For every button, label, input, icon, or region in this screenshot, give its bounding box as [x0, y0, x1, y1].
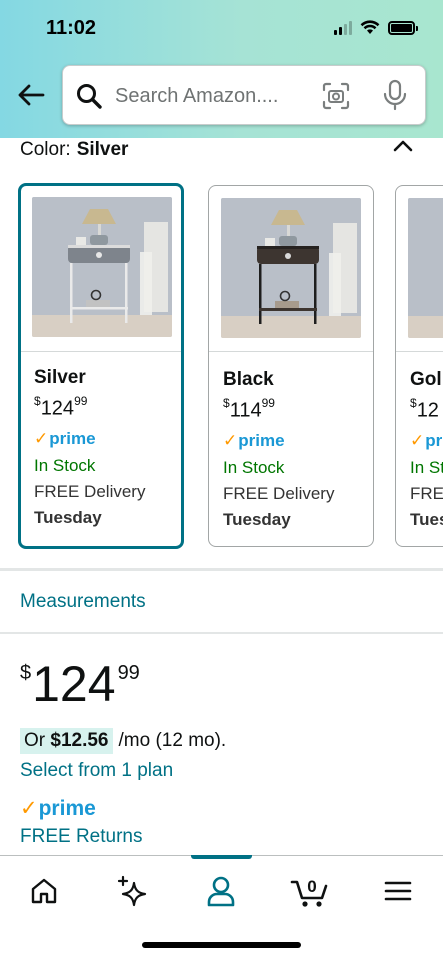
- free-returns-link[interactable]: FREE Returns: [20, 826, 142, 848]
- delivery-text: FREE Delivery: [223, 484, 335, 503]
- nav-account[interactable]: [201, 871, 241, 911]
- active-tab-indicator: [191, 855, 252, 859]
- sparkle-icon: [117, 875, 147, 907]
- product-image-black: [221, 198, 361, 338]
- stock-status: In Stock: [34, 456, 96, 475]
- section-divider: [0, 632, 443, 634]
- selected-color: Silver: [76, 139, 129, 160]
- swatch-price: $12: [410, 396, 439, 422]
- microphone-icon[interactable]: [381, 79, 409, 111]
- search-bar[interactable]: [62, 65, 426, 125]
- swatch-name: Silver: [34, 367, 86, 388]
- swatch-price: $11499: [223, 396, 275, 422]
- prime-check-icon: ✓: [410, 431, 425, 450]
- swatch-gold[interactable]: Gol $12 ✓pri In St FREE Tues: [395, 185, 443, 547]
- home-indicator: [142, 942, 301, 948]
- account-icon: [207, 876, 235, 907]
- status-time: 11:02: [46, 17, 97, 39]
- swatch-black[interactable]: Black $11499 ✓ prime In Stock FREE Delive…: [208, 185, 374, 547]
- prime-check-icon: ✓: [223, 431, 238, 450]
- wifi-icon: [360, 20, 380, 34]
- prime-badge: ✓ prime: [34, 429, 96, 448]
- cellular-signal-icon: [334, 20, 352, 35]
- battery-icon: [388, 20, 418, 35]
- status-bar: 11:02: [0, 0, 443, 56]
- select-plan-link[interactable]: Select from 1 plan: [20, 760, 173, 782]
- product-image-silver: [32, 197, 172, 337]
- delivery-day: Tues: [410, 510, 443, 529]
- prime-badge-large: ✓prime: [20, 797, 96, 820]
- swatch-name: Gol: [410, 369, 442, 390]
- financing-badge: Or $12.56: [20, 728, 113, 754]
- measurements-link[interactable]: Measurements: [20, 591, 146, 613]
- product-image-gold: [408, 198, 443, 338]
- financing-offer: Or $12.56 /mo (12 mo).: [20, 728, 226, 754]
- prime-check-icon: ✓: [20, 797, 38, 820]
- prime-badge: ✓pri: [410, 431, 443, 450]
- cart-icon: 0: [290, 877, 328, 907]
- cart-count: 0: [307, 877, 316, 896]
- menu-icon: [384, 881, 412, 901]
- nav-home[interactable]: [24, 871, 64, 911]
- swatch-silver[interactable]: Silver $12499 ✓ prime In Stock FREE Deliv…: [18, 183, 184, 549]
- header: 11:02: [0, 0, 443, 138]
- stock-status: In St: [410, 458, 443, 477]
- prime-check-icon: ✓: [34, 429, 49, 448]
- delivery-text: FREE: [410, 484, 443, 503]
- color-selector-label: Color: Silver: [20, 139, 129, 160]
- search-input[interactable]: [115, 80, 305, 112]
- chevron-up-icon[interactable]: [391, 136, 415, 156]
- back-arrow-icon[interactable]: [16, 80, 46, 110]
- delivery-day: Tuesday: [34, 508, 102, 527]
- product-price: $ 124 99: [20, 656, 140, 712]
- swatch-name: Black: [223, 369, 274, 390]
- nav-menu[interactable]: [378, 871, 418, 911]
- section-divider: [0, 568, 443, 571]
- camera-scan-icon[interactable]: [321, 81, 351, 111]
- nav-cart[interactable]: 0: [289, 871, 335, 911]
- prime-badge: ✓ prime: [223, 431, 285, 450]
- stock-status: In Stock: [223, 458, 285, 477]
- swatch-price: $12499: [34, 394, 88, 420]
- delivery-text: FREE Delivery: [34, 482, 146, 501]
- home-icon: [31, 878, 57, 904]
- delivery-day: Tuesday: [223, 510, 291, 529]
- color-swatch-carousel[interactable]: Silver $12499 ✓ prime In Stock FREE Deliv…: [0, 183, 443, 551]
- nav-rufus[interactable]: [112, 871, 152, 911]
- search-icon: [77, 84, 102, 109]
